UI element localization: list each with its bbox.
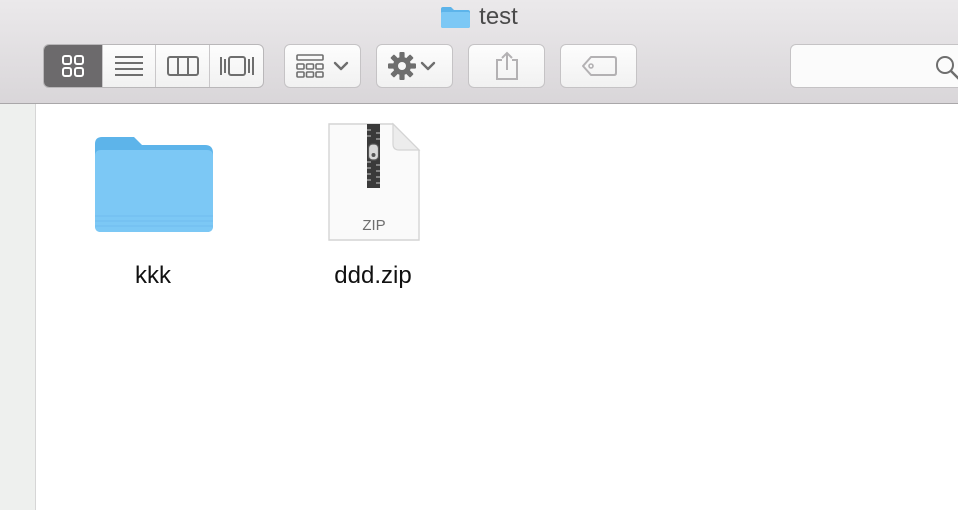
file-name: ddd.zip [334, 262, 412, 289]
share-icon [495, 51, 518, 80]
view-mode-control [43, 44, 264, 88]
file-name: kkk [135, 262, 171, 289]
file-item-zip[interactable]: ZIP ddd.zip [303, 122, 443, 302]
toolbar: test [0, 0, 958, 104]
folder-icon [95, 137, 213, 232]
zip-badge: ZIP [362, 217, 386, 234]
share-button[interactable] [468, 44, 545, 88]
list-view-button[interactable] [103, 45, 156, 87]
arrange-button[interactable] [284, 44, 361, 88]
sidebar [0, 104, 36, 510]
list-icon [115, 56, 143, 76]
arrange-icon [295, 54, 348, 78]
file-item-folder[interactable]: kkk [83, 122, 223, 302]
cover-flow-view-button[interactable] [210, 45, 263, 87]
search-icon [936, 56, 958, 80]
window-title: test [479, 3, 518, 30]
grid-icon [62, 55, 84, 77]
folder-icon [441, 7, 471, 28]
search-field[interactable] [790, 44, 958, 88]
window-title-area: test [0, 3, 958, 30]
columns-icon [166, 56, 199, 76]
column-view-button[interactable] [156, 45, 210, 87]
cover-flow-icon [219, 56, 254, 76]
search-input[interactable] [801, 53, 925, 81]
tags-button[interactable] [560, 44, 637, 88]
tag-icon [581, 56, 617, 76]
file-browser: kkk ZIP ddd.zip [36, 104, 958, 510]
gear-icon [387, 52, 435, 80]
action-button[interactable] [376, 44, 453, 88]
icon-view-button[interactable] [44, 45, 103, 87]
finder-window: test kkk ZIP ddd.zip [0, 0, 958, 510]
